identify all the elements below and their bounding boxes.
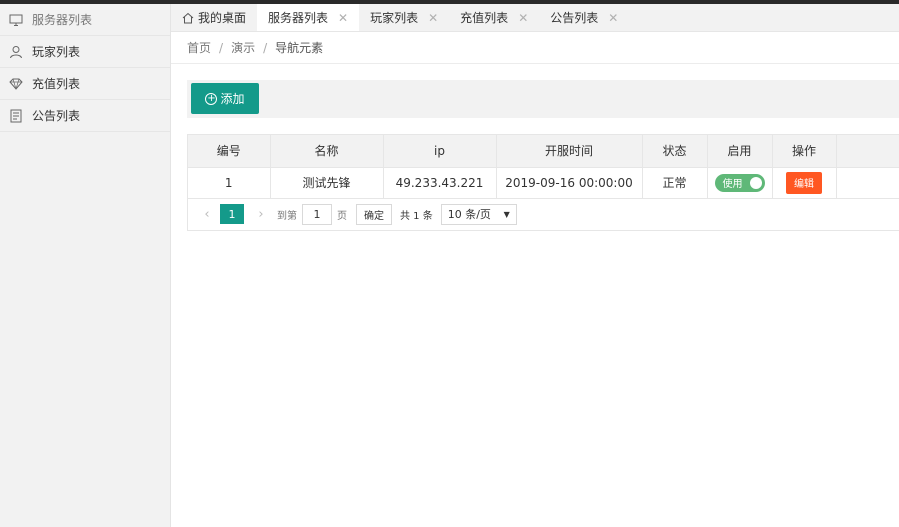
goto-suffix: 页 — [337, 210, 347, 222]
column-header-id: 编号 — [188, 135, 271, 168]
breadcrumb-current: 导航元素 — [275, 41, 324, 55]
column-header-name: 名称 — [270, 135, 384, 168]
home-icon — [182, 12, 194, 24]
cell-empty — [836, 167, 899, 199]
cell-status: 正常 — [642, 167, 708, 199]
close-icon[interactable]: ✕ — [518, 11, 528, 25]
sidebar-item-recharge[interactable]: 充值列表 — [0, 68, 170, 100]
tab-label: 公告列表 — [550, 11, 599, 25]
toolbar: + 添加 — [187, 80, 899, 118]
diamond-icon — [8, 76, 24, 92]
cell-ip: 49.233.43.221 — [383, 167, 497, 199]
edit-button[interactable]: 编辑 — [786, 171, 822, 194]
sidebar-item-label: 服务器列表 — [32, 13, 93, 27]
tab-label: 玩家列表 — [370, 11, 419, 25]
monitor-icon — [8, 12, 24, 28]
column-header-open-time: 开服时间 — [496, 135, 643, 168]
total-count: 共 1 条 — [400, 210, 433, 222]
enable-toggle[interactable]: 使用 — [714, 173, 765, 192]
tab-player-list[interactable]: 玩家列表 ✕ — [359, 4, 449, 31]
prev-page-icon[interactable]: ‹ — [196, 207, 218, 222]
pagination: ‹ 1 › 到第 1 页 确定 共 1 条 10 条/页 ▼ — [188, 199, 899, 230]
page-size-select[interactable]: 10 条/页 ▼ — [440, 203, 517, 225]
tab-bar: 我的桌面 服务器列表 ✕ 玩家列表 ✕ 充值列表 ✕ 公告列表 ✕ — [171, 4, 899, 32]
sidebar: 服务器列表 玩家列表 充值列表 公告列表 — [0, 4, 171, 527]
column-header-action: 操作 — [772, 135, 837, 168]
close-icon[interactable]: ✕ — [428, 11, 438, 25]
tab-label: 我的桌面 — [198, 11, 247, 25]
user-icon — [8, 44, 24, 60]
main-area: 我的桌面 服务器列表 ✕ 玩家列表 ✕ 充值列表 ✕ 公告列表 ✕ 首页 / 演… — [171, 4, 899, 527]
plus-circle-icon: + — [205, 92, 218, 105]
tab-server-list[interactable]: 服务器列表 ✕ — [257, 4, 360, 31]
tab-recharge-list[interactable]: 充值列表 ✕ — [449, 4, 539, 31]
tab-label: 服务器列表 — [268, 11, 329, 25]
add-button-label: 添加 — [220, 92, 245, 106]
add-button[interactable]: + 添加 — [191, 83, 259, 114]
table-row: 1 测试先锋 49.233.43.221 2019-09-16 00:00:00… — [188, 167, 899, 199]
cell-open-time: 2019-09-16 00:00:00 — [496, 167, 643, 199]
goto-prefix: 到第 — [277, 210, 297, 222]
cell-enable: 使用 — [707, 167, 773, 199]
server-table: 编号 名称 ip 开服时间 状态 启用 操作 1 测试先锋 49.233.43.… — [187, 134, 899, 231]
sidebar-item-notices[interactable]: 公告列表 — [0, 100, 170, 132]
table-header-row: 编号 名称 ip 开服时间 状态 启用 操作 — [188, 135, 899, 168]
tab-desktop[interactable]: 我的桌面 — [171, 4, 257, 31]
caret-down-icon: ▼ — [503, 209, 510, 219]
breadcrumb-demo[interactable]: 演示 — [231, 39, 255, 56]
tab-label: 充值列表 — [460, 11, 509, 25]
column-header-status: 状态 — [642, 135, 708, 168]
document-icon — [8, 108, 24, 124]
page-size-value: 10 条/页 — [447, 208, 491, 221]
sidebar-item-label: 公告列表 — [32, 109, 81, 123]
cell-id: 1 — [188, 167, 271, 199]
sidebar-item-players[interactable]: 玩家列表 — [0, 36, 170, 68]
column-header-enable: 启用 — [707, 135, 773, 168]
goto-confirm-button[interactable]: 确定 — [356, 203, 392, 225]
next-page-icon[interactable]: › — [250, 207, 272, 222]
cell-name: 测试先锋 — [270, 167, 384, 199]
sidebar-item-label: 玩家列表 — [32, 45, 81, 59]
close-icon[interactable]: ✕ — [338, 11, 348, 25]
breadcrumb-separator: / — [263, 40, 268, 55]
sidebar-item-label: 充值列表 — [32, 77, 81, 91]
breadcrumb-home[interactable]: 首页 — [187, 39, 211, 56]
close-icon[interactable]: ✕ — [608, 11, 618, 25]
enable-toggle-label: 使用 — [722, 179, 743, 190]
tab-notice-list[interactable]: 公告列表 ✕ — [539, 4, 629, 31]
breadcrumb: 首页 / 演示 / 导航元素 — [171, 32, 899, 64]
current-page[interactable]: 1 — [220, 204, 244, 224]
cell-action: 编辑 — [772, 167, 837, 199]
toggle-knob — [749, 176, 762, 189]
sidebar-item-servers[interactable]: 服务器列表 — [0, 4, 170, 36]
column-header-empty — [836, 135, 899, 168]
column-header-ip: ip — [383, 135, 497, 168]
goto-page-input[interactable]: 1 — [302, 203, 332, 225]
breadcrumb-separator: / — [219, 40, 224, 55]
